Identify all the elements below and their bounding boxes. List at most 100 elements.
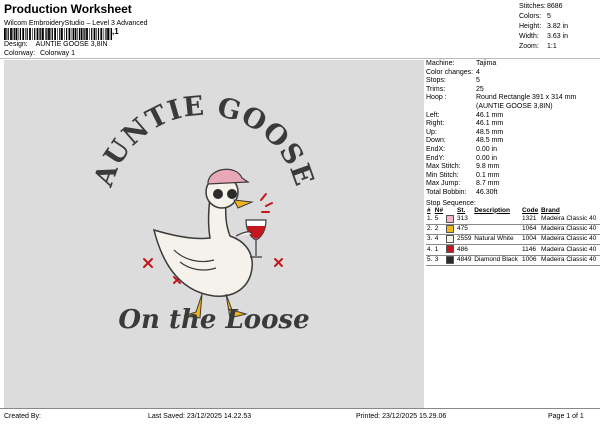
row-index: 4. (426, 244, 434, 256)
table-row: 5. 3 4849 Diamond Black 1006 Madeira Classic … (426, 255, 600, 267)
row-description (473, 224, 521, 236)
barcode-bar (86, 28, 88, 40)
spec-label: Left: (426, 111, 440, 119)
row-stitches: 2559 (456, 234, 474, 246)
row-needle: 3 (433, 255, 445, 267)
colorway-row: Colorway: Colorway 1 (4, 50, 75, 57)
row-description (473, 244, 521, 256)
stat-zoom: Zoom: 1:1 (519, 42, 599, 52)
barcode-bar (96, 28, 97, 40)
spec-label: Right: (426, 120, 445, 128)
barcode-bar (13, 28, 15, 40)
artwork-top-text: AUNTIE GOOSE (88, 91, 320, 192)
color-swatch (445, 245, 454, 254)
spec-value: 0.1 mm (476, 171, 500, 179)
barcode-bar (4, 28, 6, 40)
barcode-bar (54, 28, 56, 40)
row-needle: 1 (433, 244, 445, 256)
spec-value: 48.5 mm (476, 128, 504, 136)
barcode-bar (66, 28, 68, 40)
col-code: Code (521, 206, 539, 214)
design-value: AUNTIE GOOSE 3,8IN (35, 41, 108, 48)
stat-value: 3.82 in (547, 23, 569, 30)
barcode-bar (6, 28, 7, 40)
spec-row: Down: 48.5 mm (426, 137, 600, 146)
barcode-suffix: ,1 (112, 27, 119, 36)
spec-row: Machine: Tajima (426, 60, 600, 69)
stat-value: 1:1 (547, 43, 557, 50)
row-swatch (444, 234, 456, 246)
spec-row: EndY: 0.00 in (426, 155, 600, 164)
barcode-bar (34, 28, 36, 40)
barcode-bar (26, 28, 28, 40)
spec-value: 4 (476, 68, 480, 76)
barcode-bar (50, 28, 52, 40)
barcode-bar (32, 28, 33, 40)
row-code: 1004 (520, 234, 541, 246)
embroidery-artwork: AUNTIE GOOSE On the Loose (88, 91, 320, 335)
barcode-bar (107, 28, 109, 40)
spec-label: Up: (426, 128, 437, 136)
barcode-bar (68, 28, 71, 40)
col-brand: Brand (541, 206, 560, 214)
spec-label: Max Stitch: (426, 163, 461, 171)
barcode-bar (103, 28, 105, 40)
spec-value: 8.7 mm (476, 180, 500, 188)
barcode-bar (40, 28, 42, 40)
row-needle: 5 (433, 214, 445, 225)
spec-row: Left: 46.1 mm (426, 112, 600, 121)
col-description: Description (474, 206, 510, 214)
row-code: 1006 (520, 255, 541, 267)
spec-label: Hoop : (426, 94, 447, 102)
barcode-bar (22, 28, 25, 40)
barcode-bar (100, 28, 103, 40)
stat-colors: Colors: 5 (519, 12, 599, 22)
spec-label: Min Stitch: (426, 171, 459, 179)
barcode-bar (10, 28, 12, 40)
spec-row: Total Bobbin: 46.30ft (426, 189, 600, 198)
spec-label: EndY: (426, 154, 445, 162)
barcode-bar (83, 28, 84, 40)
page-number: Page 1 of 1 (548, 413, 584, 420)
barcode-bar (59, 28, 61, 40)
barcode-bar (39, 28, 40, 40)
barcode-bar (84, 28, 86, 40)
row-brand: Madeira Classic 40 (540, 234, 600, 246)
barcode-bar (64, 28, 65, 40)
barcode-bar (71, 28, 73, 40)
barcode-bar (78, 28, 81, 40)
row-description: Natural White (473, 234, 521, 246)
barcode-bar (72, 28, 74, 40)
row-brand: Madeira Classic 40 (540, 214, 600, 225)
stat-stitches: Stitches:8686 (519, 2, 599, 12)
row-code: 1064 (520, 224, 541, 236)
barcode-bar (77, 28, 78, 40)
row-index: 2. (426, 224, 434, 236)
color-swatch (445, 235, 454, 244)
spec-row: Hoop : Round Rectangle 391 x 314 mm (426, 94, 600, 103)
barcode-bar (57, 28, 58, 40)
design-label: Design: (4, 41, 28, 48)
spec-value: 48.5 mm (476, 137, 504, 145)
barcode-bar (42, 28, 44, 40)
spec-value: 5 (476, 77, 480, 85)
col-index: # (427, 206, 431, 214)
row-code: 1146 (520, 244, 541, 256)
row-swatch (444, 255, 456, 267)
stat-label: Height: (519, 23, 542, 30)
stat-value: 5 (547, 13, 551, 20)
stat-value: 3.63 in (547, 33, 569, 40)
table-row: 3. 4 2559 Natural White 1004 Madeira Classic … (426, 234, 600, 246)
barcode-bar (36, 28, 39, 40)
stats-panel: Stitches:8686 Colors: 5 Height: 3.82 in Wi… (519, 2, 599, 52)
spec-label (426, 103, 476, 112)
stat-height: Height: 3.82 in (519, 22, 599, 32)
spec-label: Stops: (426, 77, 446, 85)
stop-sequence-title: Stop Sequence: (426, 199, 476, 207)
row-index: 3. (426, 234, 434, 246)
barcode-bar (12, 28, 14, 40)
barcode-bar (89, 28, 90, 40)
barcode-bar (7, 28, 9, 40)
spec-row: Color changes: 4 (426, 69, 600, 78)
colorway-label: Colorway: (4, 50, 36, 57)
